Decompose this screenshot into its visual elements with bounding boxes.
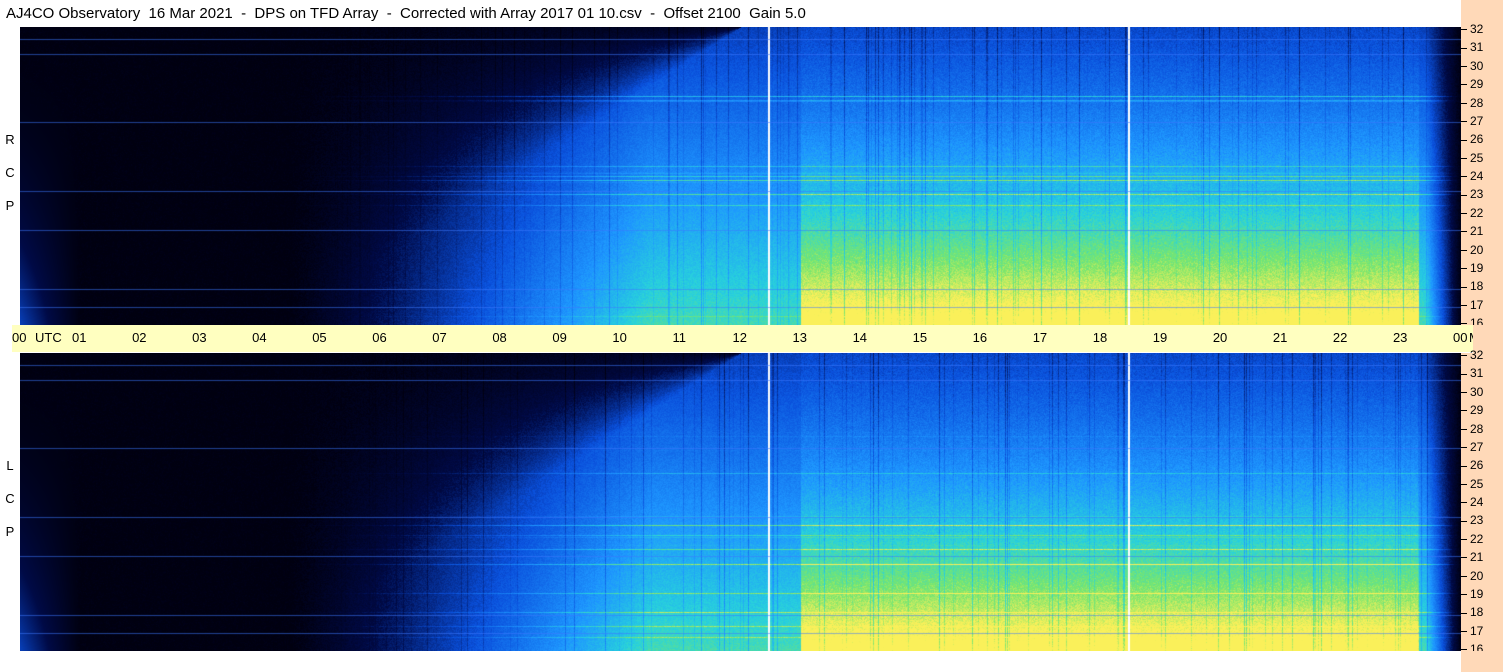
time-tick-17: 17 — [1032, 330, 1048, 345]
time-tick-00: 00 — [12, 330, 27, 345]
time-tick-00-end: 00 — [1453, 330, 1468, 345]
lcp-freq-tick-18: 18 — [1461, 605, 1483, 619]
chart-title: AJ4CO Observatory 16 Mar 2021 - DPS on T… — [6, 5, 806, 22]
rcp-freq-tick-17: 17 — [1461, 298, 1483, 312]
time-tick-23: 23 — [1392, 330, 1408, 345]
time-tick-11: 11 — [672, 330, 686, 345]
rcp-freq-tick-20: 20 — [1461, 243, 1483, 257]
rcp-freq-tick-25: 25 — [1461, 151, 1483, 165]
rcp-frequency-axis: 32 31 30 29 28 27 26 25 24 23 22 21 20 19 18 17 16 — [1461, 22, 1503, 330]
time-tick-14: 14 — [852, 330, 868, 345]
lcp-freq-tick-20: 20 — [1461, 569, 1483, 583]
time-tick-03: 03 — [192, 330, 207, 345]
lcp-freq-tick-31: 31 — [1461, 366, 1483, 380]
time-tick-20: 20 — [1212, 330, 1228, 345]
time-tick-15: 15 — [912, 330, 928, 345]
rcp-freq-tick-23: 23 — [1461, 187, 1483, 201]
lcp-freq-tick-29: 29 — [1461, 403, 1483, 417]
rcp-letter-c: C — [5, 165, 15, 180]
rcp-polarization-label: R C P — [0, 123, 20, 222]
rcp-freq-tick-26: 26 — [1461, 132, 1483, 146]
lcp-letter-c: C — [5, 491, 15, 506]
freq-axis-corner-bottom — [1461, 651, 1503, 672]
time-tick-05: 05 — [312, 330, 327, 345]
time-tick-02: 02 — [132, 330, 147, 345]
time-tick-18: 18 — [1092, 330, 1108, 345]
time-tick-22: 22 — [1332, 330, 1348, 345]
time-tick-10: 10 — [612, 330, 627, 345]
time-tick-08: 08 — [492, 330, 507, 345]
lcp-freq-tick-21: 21 — [1461, 550, 1483, 564]
rcp-freq-tick-31: 31 — [1461, 40, 1483, 54]
rcp-freq-tick-18: 18 — [1461, 279, 1483, 293]
rcp-spectrogram-canvas — [20, 27, 1461, 325]
rcp-freq-tick-24: 24 — [1461, 169, 1483, 183]
lcp-freq-tick-24: 24 — [1461, 495, 1483, 509]
lcp-freq-tick-19: 19 — [1461, 587, 1483, 601]
time-tick-16: 16 — [972, 330, 988, 345]
lcp-freq-tick-26: 26 — [1461, 458, 1483, 472]
lcp-freq-tick-23: 23 — [1461, 513, 1483, 527]
time-tick-13: 13 — [792, 330, 807, 345]
lcp-letter-p: P — [5, 524, 15, 539]
rcp-letter-r: R — [5, 132, 15, 147]
time-tick-07: 07 — [432, 330, 447, 345]
time-tick-21: 21 — [1272, 330, 1288, 345]
time-tick-06: 06 — [372, 330, 387, 345]
rcp-freq-tick-30: 30 — [1461, 59, 1483, 73]
rcp-letter-p: P — [5, 198, 15, 213]
rcp-freq-tick-29: 29 — [1461, 77, 1483, 91]
rcp-freq-tick-28: 28 — [1461, 96, 1483, 110]
time-tick-09: 09 — [552, 330, 567, 345]
utc-time-axis: 00 UTC 01 02 03 04 05 06 07 08 09 10 11 12 13 14 15 16 17 1… — [12, 325, 1496, 352]
lcp-spectrogram — [20, 353, 1461, 651]
lcp-freq-tick-25: 25 — [1461, 477, 1483, 491]
rcp-freq-tick-22: 22 — [1461, 206, 1483, 220]
time-tick-12: 12 — [732, 330, 747, 345]
lcp-freq-tick-28: 28 — [1461, 422, 1483, 436]
lcp-freq-tick-27: 27 — [1461, 440, 1483, 454]
lcp-letter-l: L — [6, 458, 14, 473]
lcp-freq-tick-22: 22 — [1461, 532, 1483, 546]
rcp-spectrogram — [20, 27, 1461, 325]
lcp-freq-tick-17: 17 — [1461, 624, 1483, 638]
rcp-freq-tick-32: 32 — [1461, 22, 1483, 36]
rcp-freq-tick-19: 19 — [1461, 261, 1483, 275]
lcp-frequency-axis: 32 31 30 29 28 27 26 25 24 23 22 21 20 19 18 17 16 — [1461, 348, 1503, 656]
time-tick-04: 04 — [252, 330, 267, 345]
lcp-freq-tick-32: 32 — [1461, 348, 1483, 362]
time-axis-unit-utc: UTC — [35, 330, 62, 345]
lcp-freq-tick-30: 30 — [1461, 385, 1483, 399]
time-tick-19: 19 — [1152, 330, 1168, 345]
lcp-spectrogram-canvas — [20, 353, 1461, 651]
time-tick-01: 01 — [72, 330, 87, 345]
rcp-freq-tick-27: 27 — [1461, 114, 1483, 128]
rcp-freq-tick-21: 21 — [1461, 224, 1483, 238]
lcp-polarization-label: L C P — [0, 449, 20, 548]
